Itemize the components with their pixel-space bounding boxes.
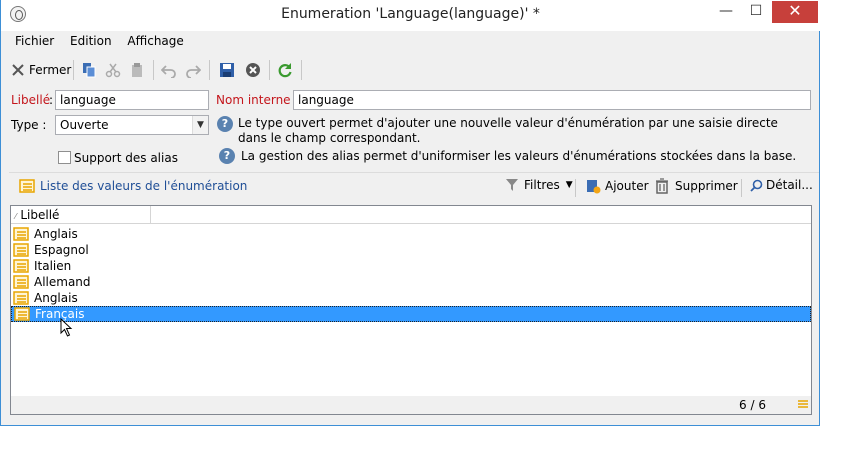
chevron-down-icon: ▼ bbox=[192, 116, 208, 134]
enum-value-icon bbox=[13, 275, 29, 289]
help-icon: ? bbox=[217, 116, 233, 132]
grid-header: ⁄ Libellé bbox=[11, 206, 811, 224]
enum-value-icon bbox=[13, 243, 29, 257]
menu-fichier[interactable]: Fichier bbox=[9, 32, 60, 50]
close-window-button[interactable]: ✕ bbox=[772, 1, 818, 23]
table-row[interactable]: Espagnol bbox=[11, 242, 811, 258]
alias-help-text: La gestion des alias permet d'uniformise… bbox=[241, 149, 797, 163]
type-help-text: Le type ouvert permet d'ajouter une nouv… bbox=[238, 116, 778, 145]
redo-button[interactable] bbox=[185, 59, 201, 81]
trash-icon bbox=[656, 178, 668, 194]
detail-button[interactable]: Détail... bbox=[750, 178, 813, 192]
type-select-value: Ouverte bbox=[60, 118, 109, 132]
list-icon bbox=[19, 179, 35, 193]
list-toolbar: Liste des valeurs de l'énumération Filtr… bbox=[9, 172, 819, 200]
paste-button[interactable] bbox=[129, 59, 145, 81]
internal-name-input[interactable]: language bbox=[293, 90, 811, 110]
save-icon bbox=[220, 63, 234, 77]
enumeration-window: Enumeration 'Language(language)' * — ☐ ✕… bbox=[0, 0, 820, 426]
toolbar-separator bbox=[153, 60, 154, 80]
detail-label: Détail... bbox=[766, 178, 813, 192]
values-grid: ⁄ Libellé Anglais Espagnol Italien Allemand A… bbox=[10, 205, 812, 415]
refresh-button[interactable] bbox=[277, 59, 293, 81]
delete-label: Supprimer bbox=[675, 179, 738, 193]
paste-icon bbox=[132, 63, 142, 77]
list-toolbar-separator bbox=[575, 179, 576, 197]
type-label: Type : bbox=[11, 118, 47, 132]
copy-button[interactable] bbox=[81, 59, 97, 81]
menu-edition[interactable]: Edition bbox=[64, 32, 118, 50]
column-header-label: Libellé bbox=[20, 208, 60, 222]
cancel-icon bbox=[246, 63, 260, 77]
columns-icon[interactable] bbox=[798, 399, 808, 409]
chevron-down-icon: ▼ bbox=[565, 180, 573, 190]
toolbar: Fermer bbox=[9, 57, 819, 83]
alias-checkbox-label: Support des alias bbox=[74, 151, 178, 165]
filters-button[interactable]: Filtres ▼ bbox=[505, 178, 573, 192]
cut-icon bbox=[105, 63, 121, 78]
list-title-label: Liste des valeurs de l'énumération bbox=[40, 179, 248, 193]
refresh-icon bbox=[278, 63, 292, 78]
internal-name-label: Nom interne : bbox=[216, 93, 299, 107]
enum-value-icon bbox=[13, 259, 29, 273]
type-select[interactable]: Ouverte ▼ bbox=[55, 115, 209, 135]
fermer-button[interactable]: Fermer bbox=[11, 59, 71, 81]
save-button[interactable] bbox=[219, 59, 235, 81]
window-title: Enumeration 'Language(language)' * bbox=[281, 6, 540, 22]
enum-value-icon bbox=[13, 227, 29, 241]
filter-icon bbox=[506, 179, 518, 191]
title-bar: Enumeration 'Language(language)' * — ☐ ✕ bbox=[1, 0, 820, 31]
close-icon bbox=[12, 64, 24, 76]
table-row[interactable]: Allemand bbox=[11, 274, 811, 290]
enum-value-icon bbox=[14, 307, 30, 321]
table-row[interactable]: Anglais bbox=[11, 226, 811, 242]
search-icon bbox=[750, 179, 763, 192]
filters-label: Filtres bbox=[524, 178, 560, 192]
row-label: Italien bbox=[34, 259, 72, 273]
copy-icon bbox=[83, 63, 96, 78]
libelle-input[interactable]: language bbox=[55, 90, 209, 110]
libelle-label-colon: : bbox=[49, 93, 54, 107]
row-label: Espagnol bbox=[34, 243, 89, 257]
toolbar-separator bbox=[269, 60, 270, 80]
row-label: Anglais bbox=[34, 291, 78, 305]
table-row[interactable]: Français bbox=[11, 306, 811, 322]
enum-value-icon bbox=[13, 291, 29, 305]
fermer-label: Fermer bbox=[29, 63, 72, 77]
table-row[interactable]: Italien bbox=[11, 258, 811, 274]
undo-button[interactable] bbox=[161, 59, 177, 81]
cancel-button[interactable] bbox=[245, 59, 261, 81]
menu-bar: Fichier Edition Affichage bbox=[9, 32, 190, 52]
list-toolbar-separator bbox=[741, 179, 742, 197]
minimize-button[interactable]: — bbox=[711, 1, 741, 23]
toolbar-separator bbox=[301, 60, 302, 80]
undo-icon bbox=[161, 65, 176, 78]
cut-button[interactable] bbox=[105, 59, 121, 81]
alias-checkbox[interactable] bbox=[58, 151, 71, 164]
row-label: Allemand bbox=[34, 275, 91, 289]
toolbar-separator bbox=[209, 60, 210, 80]
sort-icon: ⁄ bbox=[15, 212, 17, 221]
redo-icon bbox=[186, 65, 201, 78]
mouse-cursor-icon bbox=[60, 318, 73, 337]
row-label: Anglais bbox=[34, 227, 78, 241]
row-counter: 6 / 6 bbox=[739, 398, 766, 412]
add-icon bbox=[587, 180, 601, 194]
maximize-button[interactable]: ☐ bbox=[741, 1, 771, 23]
menu-affichage[interactable]: Affichage bbox=[121, 32, 189, 50]
libelle-label: Libellé bbox=[11, 93, 51, 107]
add-button[interactable]: Ajouter bbox=[585, 178, 649, 194]
grid-footer: 6 / 6 bbox=[11, 396, 811, 414]
delete-button[interactable]: Supprimer bbox=[655, 178, 738, 194]
toolbar-separator bbox=[73, 60, 74, 80]
help-icon: ? bbox=[219, 148, 235, 164]
column-header-libelle[interactable]: ⁄ Libellé bbox=[11, 206, 151, 224]
table-row[interactable]: Anglais bbox=[11, 290, 811, 306]
add-label: Ajouter bbox=[605, 179, 649, 193]
list-title[interactable]: Liste des valeurs de l'énumération bbox=[19, 179, 247, 193]
